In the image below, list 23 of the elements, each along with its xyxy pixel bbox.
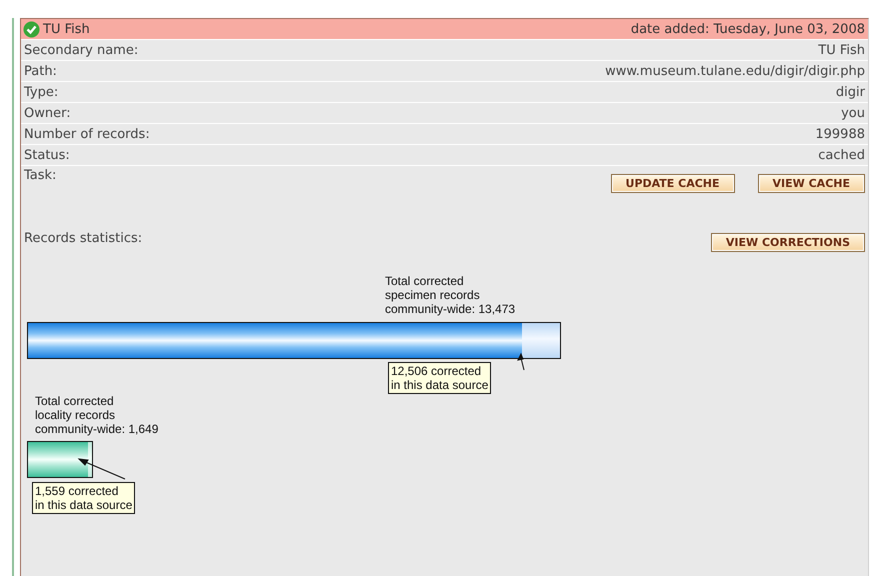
field-value: you bbox=[841, 106, 865, 120]
field-label: Number of records: bbox=[24, 126, 150, 142]
field-value: cached bbox=[818, 148, 865, 162]
cache-button[interactable]: VIEW CACHE bbox=[758, 174, 865, 193]
bar-caption: Total corrected locality records community-wide: 1,649 bbox=[35, 394, 158, 438]
statistics-label: Records statistics: bbox=[24, 231, 142, 246]
field-label: Owner: bbox=[24, 106, 71, 120]
callout: 1,559 corrected in this data source bbox=[32, 482, 136, 514]
callout: 12,506 corrected in this data source bbox=[388, 362, 492, 394]
view-corrections-button[interactable]: VIEW CORRECTIONS bbox=[710, 233, 865, 252]
cache-button[interactable]: UPDATE CACHE bbox=[610, 174, 735, 193]
field-value: www.museum.tulane.edu/digir/digir.php bbox=[605, 64, 865, 78]
field-value: 199988 bbox=[815, 126, 865, 142]
field-label: Secondary name: bbox=[24, 42, 138, 58]
field-label: Type: bbox=[24, 84, 58, 100]
field-label: Status: bbox=[24, 148, 70, 162]
field-label: Task: bbox=[24, 168, 56, 183]
field-value: TU Fish bbox=[818, 42, 865, 58]
source-title: TU Fish bbox=[43, 22, 90, 36]
field-value: digir bbox=[836, 84, 865, 100]
field-label: Path: bbox=[24, 64, 57, 78]
bar-caption: Total corrected specimen records community-wide: 13,473 bbox=[385, 274, 516, 318]
date-added: date added: Tuesday, June 03, 2008 bbox=[630, 22, 865, 36]
